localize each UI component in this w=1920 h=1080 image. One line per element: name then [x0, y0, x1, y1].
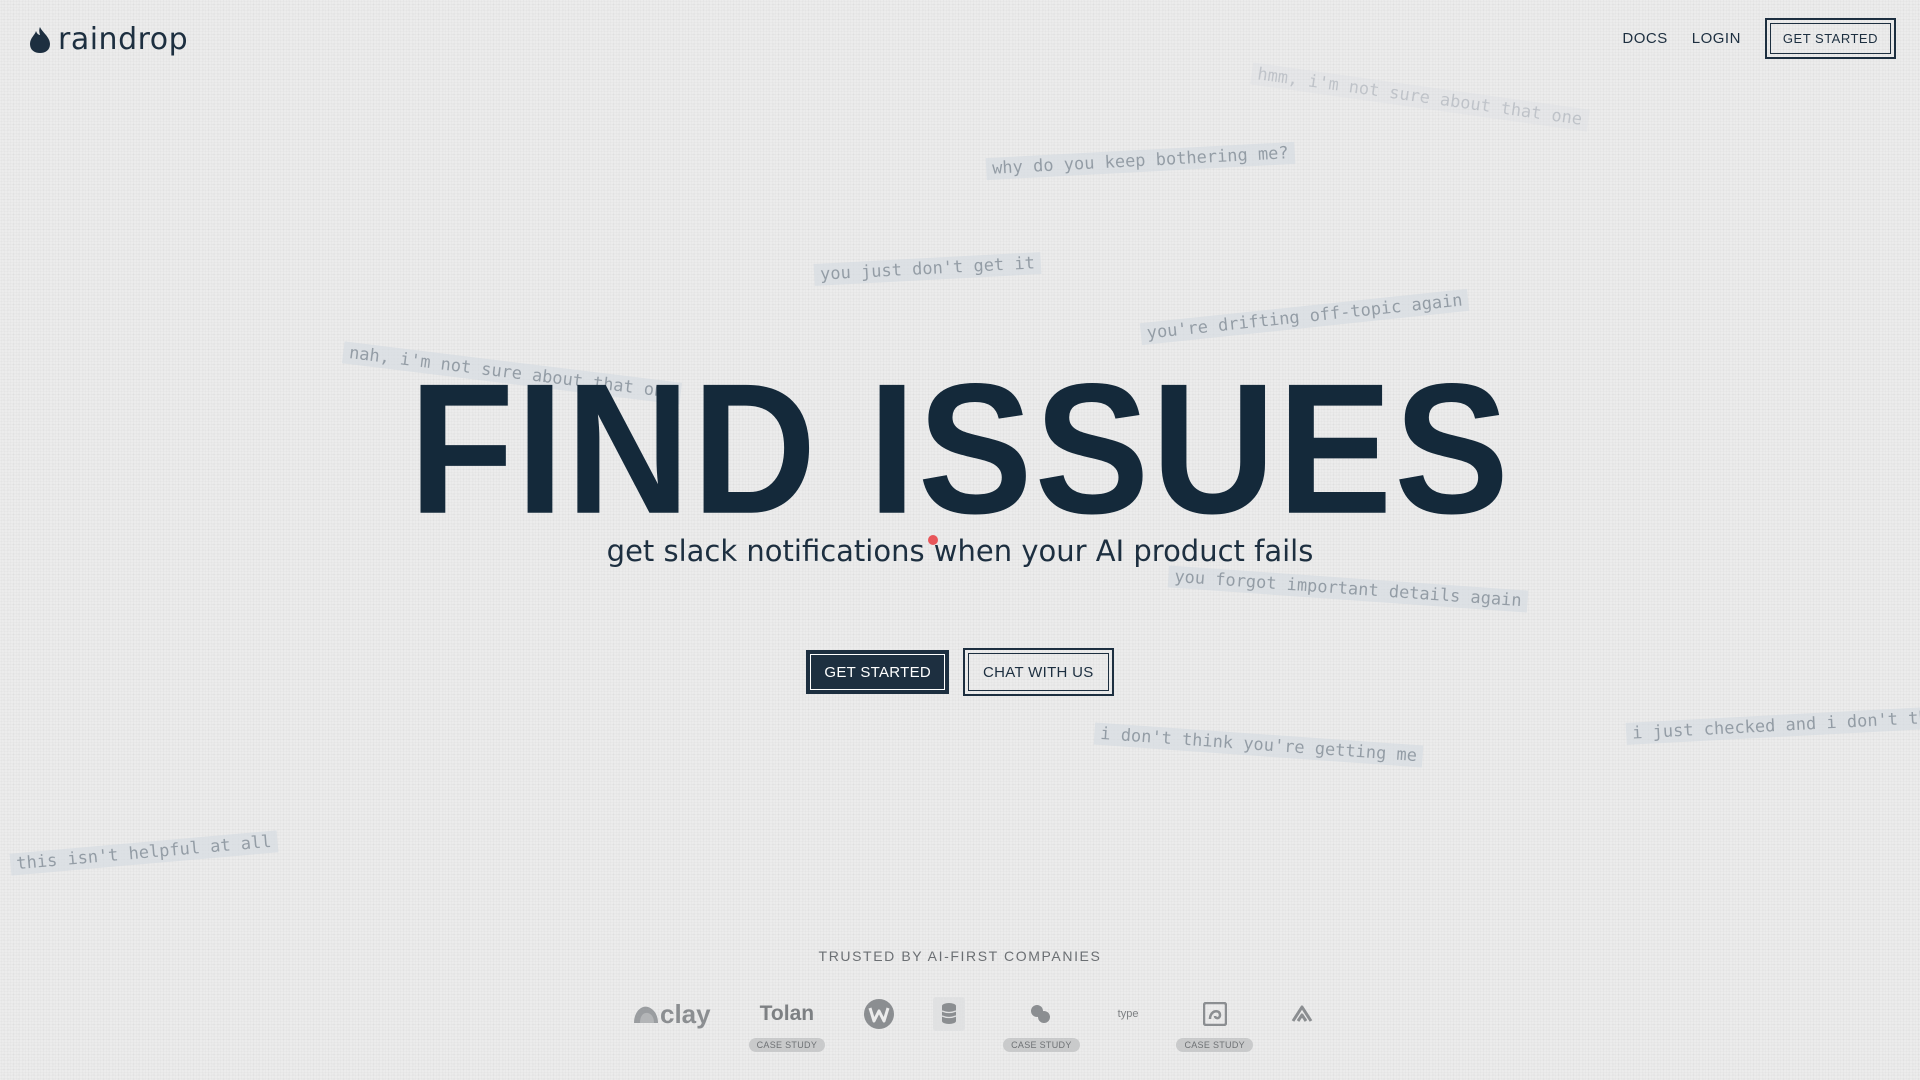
raindrop-icon [30, 26, 50, 53]
nav-get-started-button[interactable]: GET STARTED [1764, 18, 1896, 59]
hero-title: FIND ISSUES [409, 345, 1511, 553]
chat-with-us-button[interactable]: CHAT WITH US [963, 648, 1114, 696]
floating-complaint: you forgot important details again [1167, 565, 1529, 613]
clay-logo-icon [634, 1006, 658, 1023]
hero-subtitle: get slack notifications when your AI pro… [606, 534, 1314, 568]
square-swirl-logo-icon [1202, 1002, 1227, 1026]
floating-complaint: hmm, i'm not sure about that one [1250, 62, 1590, 132]
stack-logo-icon [933, 997, 966, 1031]
top-nav: DOCS LOGIN GET STARTED [1622, 18, 1896, 59]
logo-blob[interactable]: CASE STUDY [1003, 994, 1080, 1052]
floating-complaint: i just checked and i don't think [1625, 705, 1920, 745]
logo-tolan[interactable]: Tolan CASE STUDY [748, 994, 826, 1052]
floating-complaint: why do you keep bothering me? [985, 141, 1296, 181]
logo-chevron[interactable] [1291, 994, 1313, 1034]
nav-docs-link[interactable]: DOCS [1622, 30, 1667, 47]
case-study-badge: CASE STUDY [1003, 1038, 1080, 1052]
logo-swirl[interactable]: CASE STUDY [1176, 994, 1253, 1052]
logo-stack[interactable] [933, 994, 966, 1034]
floating-complaint: you're drifting off-topic again [1139, 288, 1470, 346]
nav-login-link[interactable]: LOGIN [1692, 30, 1741, 47]
clay-logo-text: clay [660, 998, 711, 1029]
chevron-a-logo-icon [1291, 1005, 1313, 1022]
floating-complaint: this isn't helpful at all [9, 830, 279, 876]
brand-logo[interactable]: raindrop [28, 22, 188, 57]
floating-complaint: i don't think you're getting me [1093, 722, 1424, 768]
case-study-badge: CASE STUDY [1176, 1038, 1253, 1052]
get-started-button[interactable]: GET STARTED [806, 650, 950, 694]
logo-type[interactable]: type [1118, 994, 1139, 1034]
notification-dot [928, 535, 938, 545]
type-logo-text: type [1117, 1008, 1139, 1020]
floating-complaint: you just don't get it [813, 252, 1042, 286]
brand-name: raindrop [58, 22, 189, 57]
logo-w[interactable] [863, 994, 895, 1034]
customer-logos: clay Tolan CASE STUDY CASE STUDY type CA… [632, 994, 1313, 1052]
tolan-logo-text: Tolan [759, 1002, 815, 1025]
blob-logo-icon [1031, 1005, 1051, 1023]
cta-row: GET STARTED CHAT WITH US [0, 648, 1920, 696]
logo-clay[interactable]: clay [632, 994, 711, 1034]
trusted-label: TRUSTED BY AI-FIRST COMPANIES [818, 948, 1102, 964]
w-circle-logo-icon [864, 999, 895, 1029]
case-study-badge: CASE STUDY [748, 1038, 826, 1052]
